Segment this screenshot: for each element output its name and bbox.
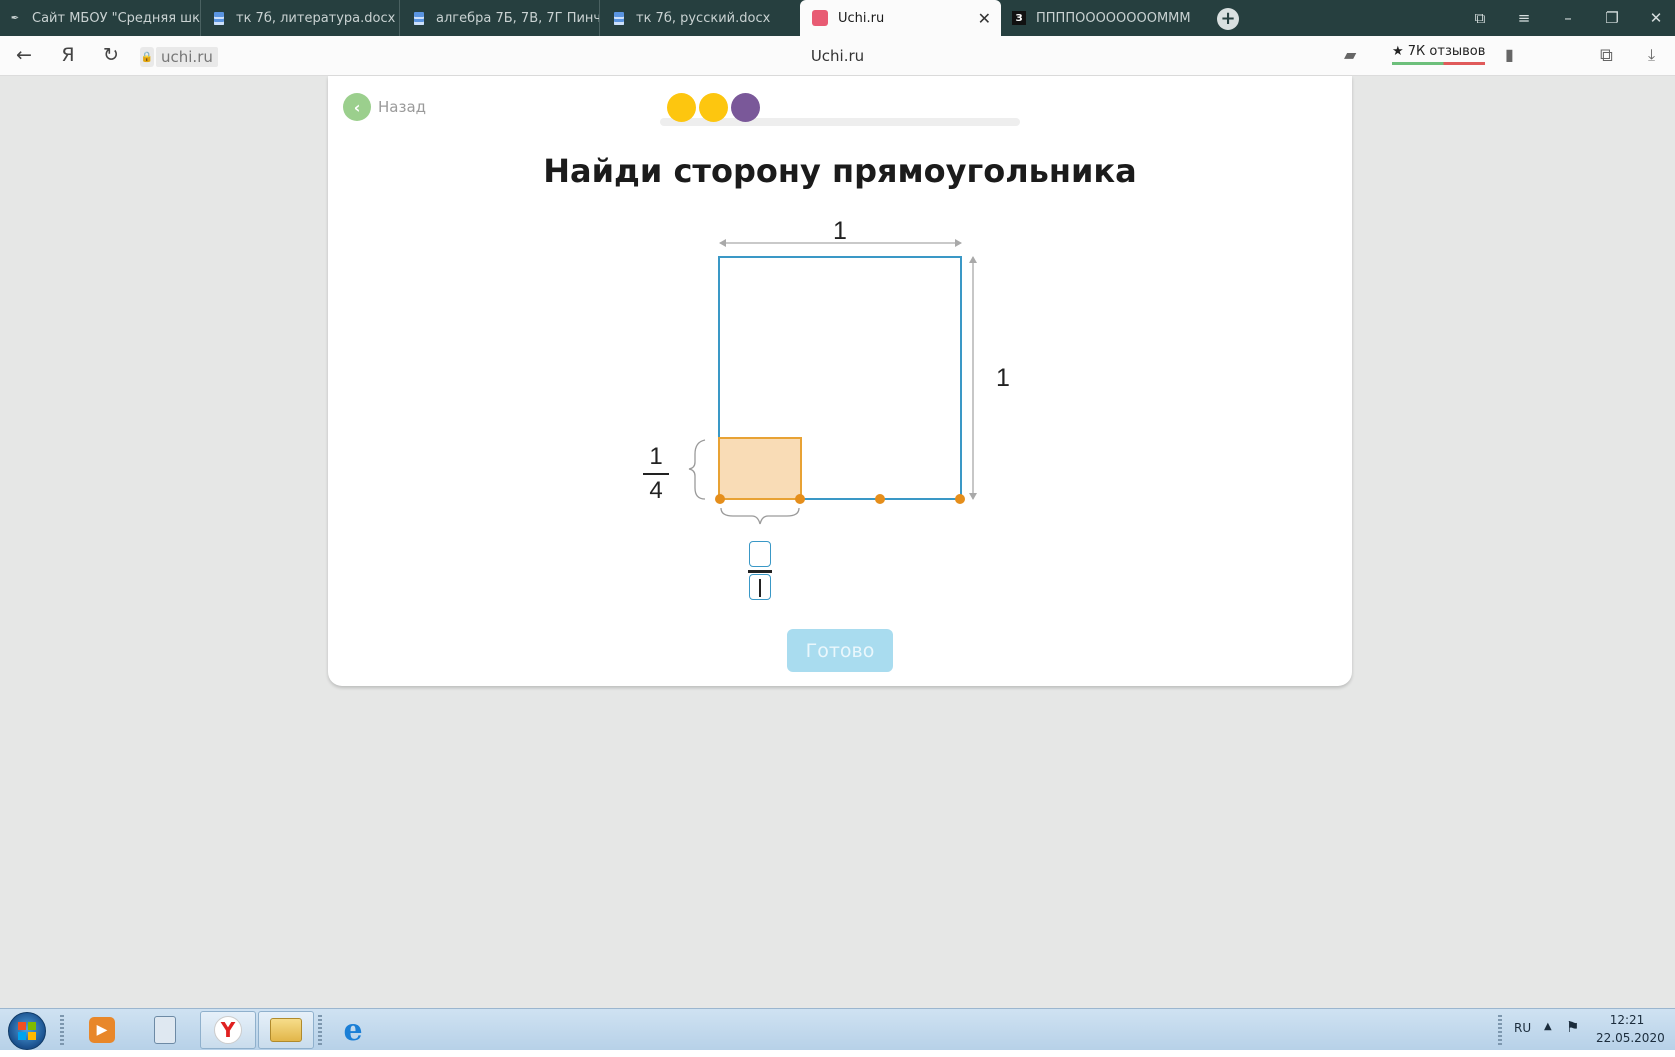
taskbar-grip [318, 1015, 322, 1045]
taskbar-grip [1498, 1015, 1502, 1045]
address-bar: ← Я ↻ 🔒 uchi.ru Uchi.ru ▰ ★ 7К отзывов ▮… [0, 36, 1675, 76]
fraction-bar [643, 473, 669, 475]
reviews-badge[interactable]: ★ 7К отзывов [1392, 44, 1486, 65]
url-field[interactable]: 🔒 uchi.ru [140, 46, 218, 68]
fraction-denominator: 4 [649, 477, 663, 504]
tab-literature-doc[interactable]: тк 7б, литература.docx [212, 0, 400, 36]
lock-icon: 🔒 [140, 47, 154, 67]
rectangle-diagram [688, 239, 977, 525]
restore-button[interactable]: ❐ [1592, 0, 1632, 36]
height-fraction: 1 4 [643, 442, 669, 506]
shaded-rectangle [718, 437, 802, 500]
yandex-icon[interactable]: Я [56, 44, 80, 66]
tab-bar: ✒ Сайт МБОУ "Средняя шко тк 7б, литерату… [0, 0, 1675, 36]
clock-date[interactable]: 22.05.2020 [1596, 1031, 1665, 1045]
tab-label: алгебра 7Б, 7В, 7Г Пинчук [436, 10, 599, 26]
close-tab-icon[interactable]: ✕ [978, 9, 991, 28]
screen-bottom-edge [0, 1050, 1675, 1057]
file-explorer-icon[interactable] [258, 1011, 314, 1049]
doc-icon [612, 10, 626, 26]
clock-time[interactable]: 12:21 [1600, 1013, 1654, 1027]
url-text: uchi.ru [156, 47, 218, 67]
done-button[interactable]: Готово [787, 629, 893, 672]
media-player-icon[interactable]: ▶ [74, 1011, 130, 1049]
text-caret [759, 579, 761, 597]
windows-logo-icon [18, 1022, 36, 1040]
point-marker [875, 494, 885, 504]
bookmarks-panel-icon[interactable]: ⧉ [1460, 0, 1500, 36]
bookmark-icon[interactable]: ▮ [1505, 45, 1514, 64]
internet-explorer-icon[interactable]: e [325, 1011, 381, 1049]
minimize-button[interactable]: – [1548, 0, 1588, 36]
tab-label: Uchi.ru [838, 10, 885, 26]
tab-label: Сайт МБОУ "Средняя шко [32, 10, 200, 26]
right-side-label: 1 [996, 364, 1010, 392]
menu-icon[interactable]: ≡ [1504, 0, 1544, 36]
task-card: ‹ Назад Найди сторону прямоугольника 1 1… [328, 76, 1352, 686]
point-marker [795, 494, 805, 504]
tab-label: тк 7б, русский.docx [636, 10, 771, 26]
yandex-browser-icon[interactable]: Y [200, 1011, 256, 1049]
site-icon: ✒ [10, 12, 20, 24]
translate-icon[interactable]: ⧉ [1600, 45, 1613, 66]
answer-fraction-bar [748, 570, 772, 573]
flag-icon[interactable]: ⚑ [1566, 1018, 1579, 1036]
reload-icon[interactable]: ↻ [99, 44, 123, 66]
close-window-button[interactable]: ✕ [1636, 0, 1675, 36]
tab-z-site[interactable]: З ППППООООООООММММ [1012, 0, 1190, 36]
z-icon: З [1012, 11, 1026, 25]
taskbar-grip [60, 1015, 64, 1045]
point-marker [955, 494, 965, 504]
point-marker [715, 494, 725, 504]
tray-expand-icon[interactable]: ▲ [1544, 1021, 1552, 1032]
fraction-numerator: 1 [649, 443, 663, 470]
download-icon[interactable]: ⤓ [1648, 45, 1655, 65]
calculator-icon[interactable] [137, 1011, 193, 1049]
language-indicator[interactable]: RU [1514, 1021, 1531, 1035]
tab-uchi[interactable]: Uchi.ru ✕ [800, 0, 1001, 36]
tab-school-site[interactable]: ✒ Сайт МБОУ "Средняя шко [8, 0, 201, 36]
top-side-label: 1 [833, 217, 847, 245]
numerator-input[interactable] [749, 541, 771, 567]
taskbar: ▶ Y e RU ▲ ⚑ 12:21 22.05.2020 [0, 1008, 1675, 1050]
comment-icon[interactable]: ▰ [1344, 45, 1356, 64]
tab-algebra-doc[interactable]: алгебра 7Б, 7В, 7Г Пинчук [412, 0, 600, 36]
doc-icon [212, 10, 226, 26]
uchi-icon [812, 10, 828, 26]
doc-icon [412, 10, 426, 26]
tab-russian-doc[interactable]: тк 7б, русский.docx [612, 0, 800, 36]
tab-label: тк 7б, литература.docx [236, 10, 396, 26]
height-brace [688, 439, 706, 500]
tab-label: ППППООООООООММММ [1036, 10, 1190, 26]
width-brace [720, 507, 800, 525]
back-arrow-icon[interactable]: ← [12, 44, 36, 66]
new-tab-button[interactable]: + [1217, 8, 1239, 30]
start-button[interactable] [8, 1012, 46, 1050]
